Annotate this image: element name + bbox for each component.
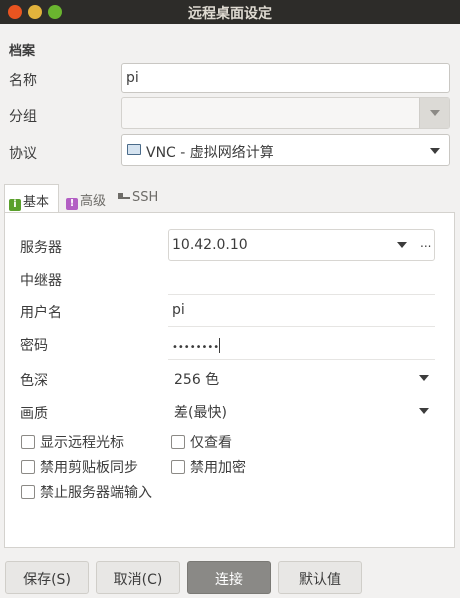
protocol-value: VNC - 虚拟网络计算 [146, 145, 274, 161]
view-only-checkbox[interactable]: 仅查看 [171, 432, 232, 452]
save-button[interactable]: 保存(S) [5, 561, 89, 594]
tab-basic[interactable]: i 基本 [4, 184, 59, 213]
key-icon [118, 193, 130, 199]
disable-server-input-checkbox[interactable]: 禁止服务器端输入 [21, 482, 152, 502]
checkbox-box[interactable] [21, 460, 35, 474]
info-icon: i [9, 199, 21, 211]
server-input[interactable]: 10.42.0.10 [172, 237, 248, 253]
checkbox-box[interactable] [21, 435, 35, 449]
repeater-label: 中继器 [20, 273, 62, 289]
group-combo[interactable] [121, 97, 450, 129]
protocol-label: 协议 [9, 146, 37, 162]
password-label: 密码 [20, 338, 48, 354]
name-input[interactable]: pi [121, 63, 450, 93]
quality-combo[interactable]: 差(最快) [172, 396, 439, 426]
chevron-down-icon [397, 242, 407, 248]
username-input[interactable]: pi [168, 295, 435, 327]
repeater-input[interactable] [168, 263, 435, 295]
tab-advanced[interactable]: ! 高级 [62, 184, 114, 213]
group-label: 分组 [9, 109, 37, 125]
chevron-down-icon [430, 110, 440, 116]
cancel-button[interactable]: 取消(C) [96, 561, 180, 594]
disable-encryption-checkbox[interactable]: 禁用加密 [171, 457, 246, 477]
password-input[interactable]: •••••••• [168, 328, 435, 360]
chevron-down-icon [419, 408, 429, 414]
disable-clipboard-sync-checkbox[interactable]: 禁用剪贴板同步 [21, 457, 138, 477]
connect-button[interactable]: 连接 [187, 561, 271, 594]
group-dropdown-button[interactable] [419, 98, 449, 128]
checkbox-box[interactable] [21, 485, 35, 499]
name-label: 名称 [9, 73, 37, 89]
text-cursor [219, 338, 221, 353]
show-remote-cursor-checkbox[interactable]: 显示远程光标 [21, 432, 124, 452]
chevron-down-icon [419, 375, 429, 381]
default-button[interactable]: 默认值 [278, 561, 362, 594]
quality-label: 画质 [20, 406, 48, 422]
protocol-combo[interactable]: VNC - 虚拟网络计算 [121, 134, 450, 166]
username-label: 用户名 [20, 305, 62, 321]
server-browse-button[interactable]: ... [420, 236, 431, 250]
basic-settings-panel: 服务器 10.42.0.10 ... 中继器 用户名 pi 密码 •••••••… [4, 212, 455, 548]
vnc-monitor-icon [127, 144, 141, 155]
chevron-down-icon [430, 148, 440, 154]
checkbox-box[interactable] [171, 460, 185, 474]
server-combo[interactable]: 10.42.0.10 ... [168, 229, 435, 261]
server-label: 服务器 [20, 240, 62, 256]
color-depth-combo[interactable]: 256 色 [172, 363, 439, 393]
window-title: 远程桌面设定 [188, 6, 272, 22]
color-depth-label: 色深 [20, 373, 48, 389]
tab-ssh[interactable]: SSH [114, 184, 164, 213]
checkbox-box[interactable] [171, 435, 185, 449]
advanced-icon: ! [66, 198, 78, 210]
profile-section-title: 档案 [9, 44, 36, 59]
title-bar: 远程桌面设定 [0, 0, 460, 24]
